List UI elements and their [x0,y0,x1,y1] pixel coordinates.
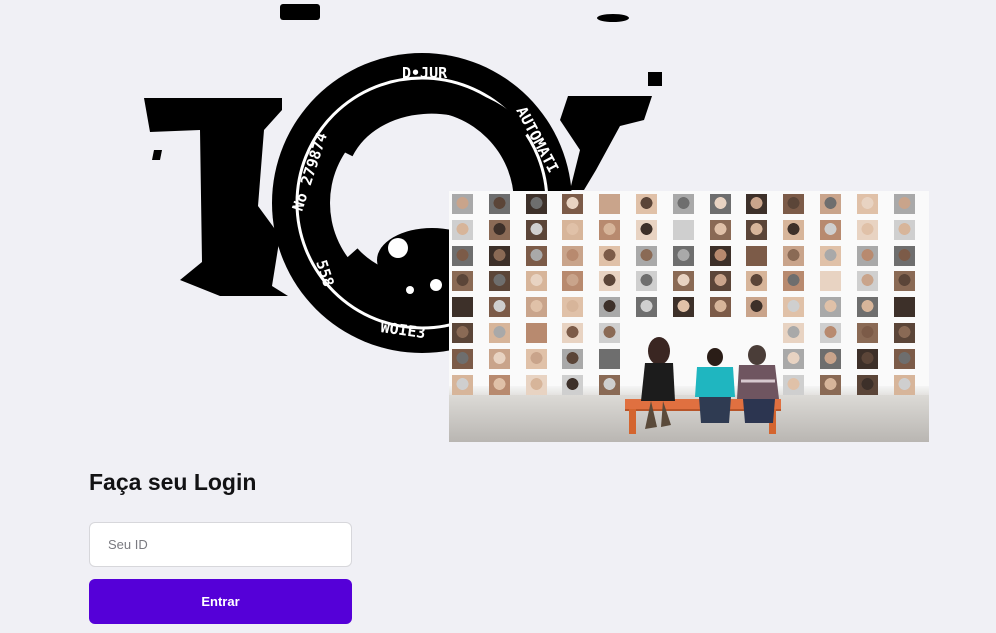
portrait-thumbnail [562,323,584,343]
portrait-thumbnail [636,245,657,266]
portrait-thumbnail [452,245,473,266]
portrait-thumbnail [709,297,731,318]
portrait-thumbnail [488,374,510,395]
portrait-thumbnail [783,271,805,292]
submit-button[interactable]: Entrar [89,579,352,624]
portrait-thumbnail [599,348,621,369]
portrait-thumbnail [488,219,510,240]
portrait-thumbnail [856,297,878,318]
portrait-thumbnail [783,245,805,266]
portrait-thumbnail [525,245,547,266]
portrait-thumbnail [562,194,584,214]
portrait-thumbnail [525,219,547,240]
portrait-thumbnail [746,219,768,240]
portrait-thumbnail [525,323,547,343]
portrait-thumbnail [820,245,841,266]
portrait-thumbnail [746,194,768,214]
portrait-thumbnail [672,245,694,266]
portrait-thumbnail [893,194,915,214]
portrait-thumbnail [709,271,731,292]
portrait-thumbnail [599,374,621,395]
id-input[interactable] [89,522,352,567]
portrait-thumbnail [783,297,805,318]
portrait-thumbnail [856,323,878,343]
portrait-thumbnail [488,194,510,214]
portrait-thumbnail [599,297,621,318]
portrait-thumbnail [856,194,878,214]
portrait-thumbnail [562,374,584,395]
portrait-thumbnail [452,297,473,318]
portrait-thumbnail [525,297,547,318]
portrait-thumbnail [452,194,473,214]
portrait-thumbnail [746,271,768,292]
portrait-thumbnail [820,271,841,292]
portrait-thumbnail [672,194,694,214]
portrait-thumbnail [893,297,915,318]
portrait-thumbnail [893,348,915,369]
portrait-thumbnail [820,219,841,240]
portrait-thumbnail [820,194,841,214]
portrait-thumbnail [893,219,915,240]
portrait-thumbnail [820,297,841,318]
portrait-thumbnail [893,245,915,266]
portrait-thumbnail [856,374,878,395]
page-title: Faça seu Login [89,469,257,495]
portrait-thumbnail [562,297,584,318]
portrait-thumbnail [525,374,547,395]
portrait-thumbnail [893,374,915,395]
portrait-thumbnail [562,348,584,369]
portrait-thumbnail [599,245,621,266]
portrait-thumbnail [488,323,510,343]
portrait-thumbnail [856,245,878,266]
portrait-thumbnail [452,219,473,240]
portrait-thumbnail [783,194,805,214]
portrait-thumbnail [856,219,878,240]
portrait-thumbnail [599,219,621,240]
portrait-thumbnail [746,245,768,266]
portrait-thumbnail [820,323,841,343]
portrait-thumbnail [820,348,841,369]
portrait-thumbnail [746,297,768,318]
portrait-thumbnail [783,374,805,395]
portrait-thumbnail [636,271,657,292]
portrait-thumbnail [636,194,657,214]
portrait-thumbnail [783,219,805,240]
portrait-thumbnail [488,271,510,292]
portrait-thumbnail [636,297,657,318]
portrait-thumbnail [783,323,805,343]
portrait-thumbnail [636,219,657,240]
portrait-thumbnail [562,245,584,266]
portrait-thumbnail [525,348,547,369]
portrait-thumbnail [856,348,878,369]
portrait-thumbnail [709,219,731,240]
portrait-thumbnail [525,271,547,292]
portrait-thumbnail [820,374,841,395]
portrait-thumbnail [488,297,510,318]
portrait-thumbnail [599,194,621,214]
portrait-thumbnail [562,271,584,292]
visitors-silhouette [641,337,779,429]
ring-text-top: D•JUR [402,64,448,82]
portrait-thumbnail [562,219,584,240]
portrait-thumbnail [672,297,694,318]
portrait-thumbnail [452,323,473,343]
portrait-thumbnail [452,348,473,369]
portrait-thumbnail [709,194,731,214]
portrait-thumbnail [672,271,694,292]
portrait-thumbnail [452,271,473,292]
portrait-thumbnail [893,271,915,292]
portrait-thumbnail [488,348,510,369]
portrait-thumbnail [672,219,694,240]
portrait-thumbnail [783,348,805,369]
portrait-thumbnail [709,245,731,266]
portrait-thumbnail [525,194,547,214]
portrait-thumbnail [452,374,473,395]
portrait-gallery-image [449,191,929,442]
portrait-thumbnail [893,323,915,343]
portrait-thumbnail [856,271,878,292]
portrait-thumbnail [599,323,621,343]
portrait-thumbnail [488,245,510,266]
portrait-thumbnail [599,271,621,292]
